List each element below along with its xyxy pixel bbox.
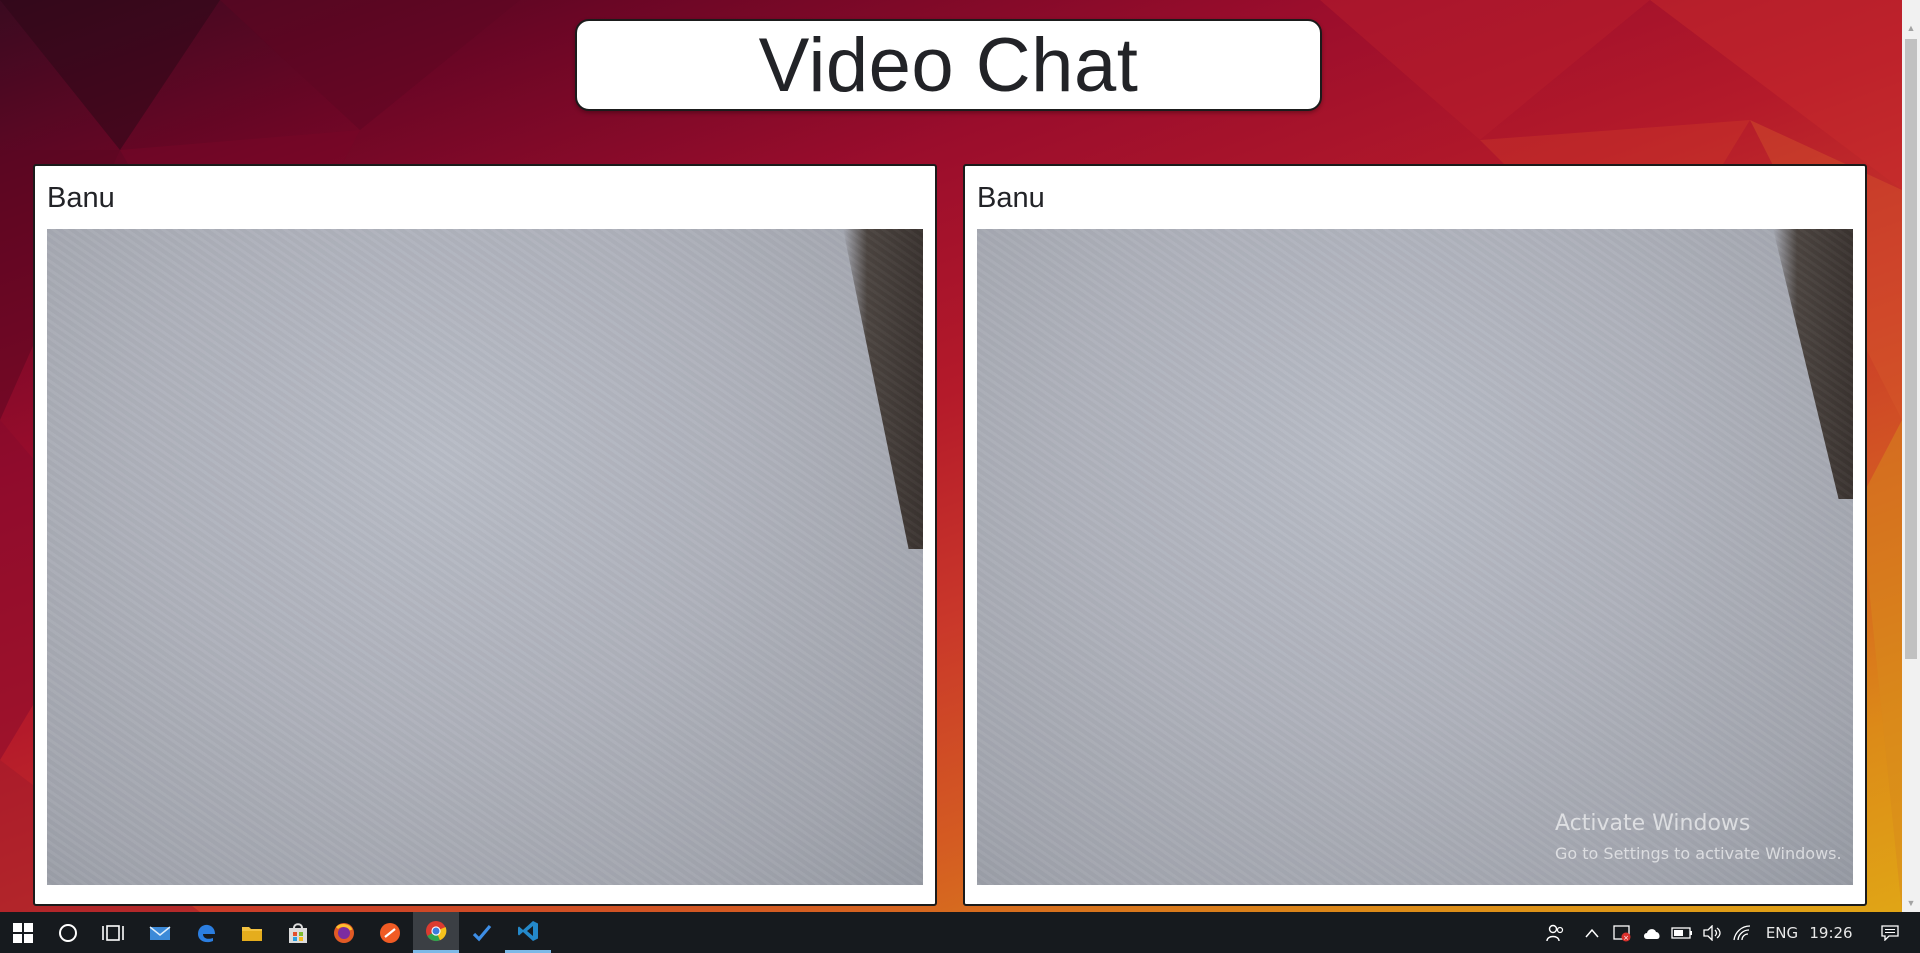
people-icon[interactable] [1541, 912, 1571, 953]
page-title: Video Chat [758, 23, 1139, 108]
watermark-subtitle: Go to Settings to activate Windows. [1555, 844, 1842, 863]
firefox-icon[interactable] [321, 912, 367, 953]
video-panel-local: Banu [33, 164, 937, 906]
video-texture [47, 229, 923, 885]
title-card: Video Chat [575, 19, 1322, 111]
video-stream[interactable] [977, 229, 1853, 885]
svg-text:×: × [1623, 934, 1629, 942]
action-center-icon[interactable] [1868, 912, 1912, 953]
vertical-scrollbar[interactable]: ▲ ▼ [1902, 0, 1920, 912]
edge-icon[interactable] [183, 912, 229, 953]
video-stream[interactable] [47, 229, 923, 885]
wifi-icon[interactable] [1730, 912, 1754, 953]
video-panel-remote: Banu [963, 164, 1867, 906]
participant-name: Banu [977, 182, 1045, 214]
activate-windows-watermark: Activate Windows Go to Settings to activ… [1555, 810, 1842, 866]
scroll-up-arrow-icon[interactable]: ▲ [1902, 20, 1920, 37]
security-alert-icon[interactable]: × [1610, 912, 1634, 953]
chevron-up-icon[interactable] [1580, 912, 1604, 953]
video-texture [977, 229, 1853, 885]
vscode-icon[interactable] [505, 912, 551, 953]
clock[interactable]: 19:26 [1808, 912, 1854, 953]
volume-icon[interactable] [1700, 912, 1724, 953]
swift-icon[interactable] [367, 912, 413, 953]
file-explorer-icon[interactable] [229, 912, 275, 953]
scroll-down-arrow-icon[interactable]: ▼ [1902, 895, 1920, 912]
screen: Video Chat Banu Banu Activate Windows Go… [0, 0, 1920, 953]
store-icon[interactable] [275, 912, 321, 953]
onedrive-cloud-icon[interactable] [1640, 912, 1664, 953]
browser-viewport: Video Chat Banu Banu Activate Windows Go… [0, 0, 1902, 912]
task-view-icon[interactable] [90, 912, 136, 953]
participant-name: Banu [47, 182, 115, 214]
watermark-title: Activate Windows [1555, 811, 1751, 836]
chrome-icon[interactable] [413, 912, 459, 953]
mail-icon[interactable] [137, 912, 183, 953]
battery-icon[interactable] [1670, 912, 1694, 953]
language-indicator[interactable]: ENG [1762, 912, 1802, 953]
start-icon[interactable] [0, 912, 46, 953]
windows-taskbar: × ENG 19:26 [0, 912, 1920, 953]
cortana-search-icon[interactable] [45, 912, 91, 953]
scroll-thumb[interactable] [1905, 39, 1917, 659]
todo-check-icon[interactable] [459, 912, 505, 953]
